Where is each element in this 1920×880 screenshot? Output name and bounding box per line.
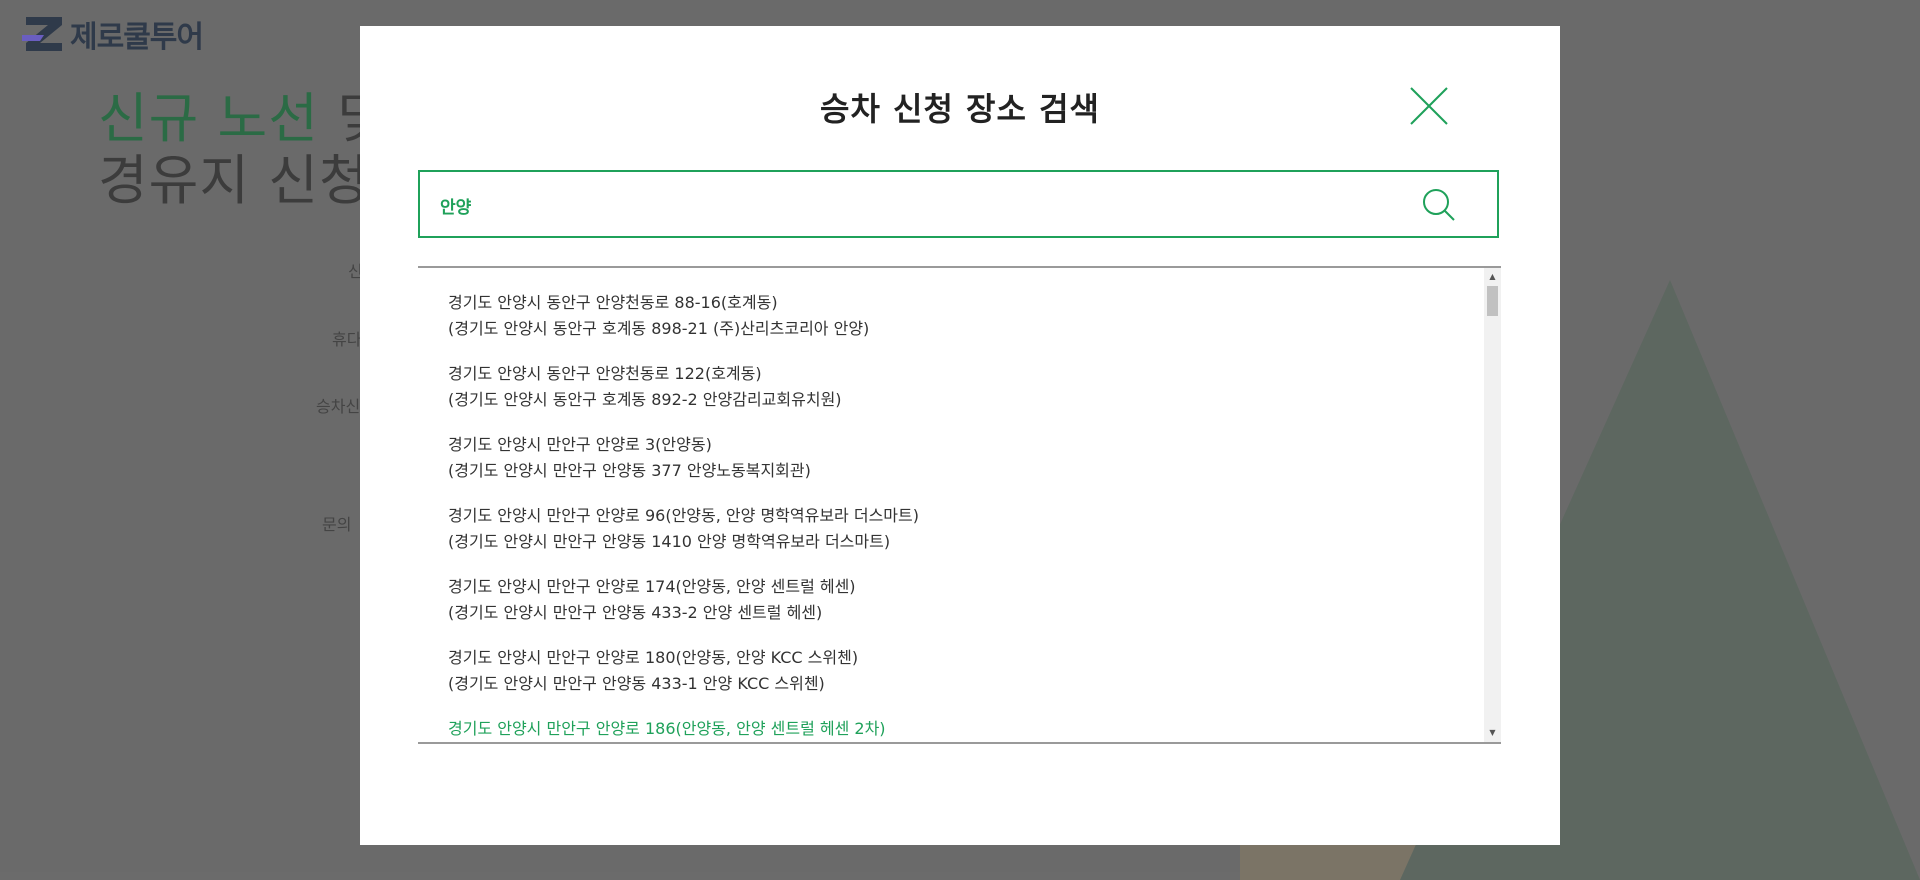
result-item[interactable]: 경기도 안양시 만안구 안양로 186(안양동, 안양 센트럴 헤센 2차) (448, 716, 1458, 742)
result-lot-address: (경기도 안양시 만안구 안양동 433-2 안양 센트럴 헤센) (448, 603, 823, 622)
close-icon[interactable] (1410, 87, 1448, 125)
result-road-address: 경기도 안양시 동안구 안양천동로 88-16(호계동) (448, 293, 778, 312)
bg-form-label: 휴다 (332, 330, 362, 349)
bg-form-label: 문의 (322, 515, 352, 534)
search-input[interactable] (438, 172, 1342, 238)
result-item[interactable]: 경기도 안양시 만안구 안양로 96(안양동, 안양 명학역유보라 더스마트) (… (448, 503, 1458, 574)
result-road-address: 경기도 안양시 만안구 안양로 3(안양동) (448, 435, 712, 454)
result-road-address: 경기도 안양시 만안구 안양로 174(안양동, 안양 센트럴 헤센) (448, 577, 856, 596)
result-road-address: 경기도 안양시 만안구 안양로 186(안양동, 안양 센트럴 헤센 2차) (448, 719, 886, 738)
hero-title-line2: 경유지 신청 (98, 149, 370, 212)
result-lot-address: (경기도 안양시 동안구 호계동 892-2 안양감리교회유치원) (448, 390, 842, 409)
boarding-location-search-modal: 승차 신청 장소 검색 경기도 안양시 동안구 안양천동로 88-16(호계동)… (360, 26, 1560, 845)
result-item[interactable]: 경기도 안양시 만안구 안양로 3(안양동) (경기도 안양시 만안구 안양동 3… (448, 432, 1458, 503)
scroll-up-arrow-icon[interactable]: ▲ (1484, 270, 1501, 284)
results-scrollbar[interactable]: ▲ ▼ (1484, 268, 1501, 742)
result-road-address: 경기도 안양시 동안구 안양천동로 122(호계동) (448, 364, 762, 383)
result-item[interactable]: 경기도 안양시 동안구 안양천동로 122(호계동) (경기도 안양시 동안구 호… (448, 361, 1458, 432)
search-results-list: 경기도 안양시 동안구 안양천동로 88-16(호계동) (경기도 안양시 동안구… (418, 266, 1501, 744)
result-road-address: 경기도 안양시 만안구 안양로 96(안양동, 안양 명학역유보라 더스마트) (448, 506, 919, 525)
logo-mark-icon (22, 17, 62, 51)
scroll-thumb[interactable] (1487, 286, 1498, 316)
result-road-address: 경기도 안양시 만안구 안양로 180(안양동, 안양 KCC 스위첸) (448, 648, 859, 667)
close-button[interactable] (1410, 87, 1448, 125)
result-lot-address: (경기도 안양시 만안구 안양동 377 안양노동복지회관) (448, 461, 811, 480)
scroll-down-arrow-icon[interactable]: ▼ (1484, 726, 1501, 740)
result-lot-address: (경기도 안양시 만안구 안양동 1410 안양 명학역유보라 더스마트) (448, 532, 891, 551)
modal-title: 승차 신청 장소 검색 (820, 90, 1100, 128)
site-logo[interactable]: 제로쿨투어 (22, 12, 204, 56)
result-lot-address: (경기도 안양시 동안구 호계동 898-21 (주)산리츠코리아 안양) (448, 319, 870, 338)
bg-form-label: 승차신 (316, 397, 361, 416)
logo-text: 제로쿨투어 (70, 20, 204, 55)
result-item[interactable]: 경기도 안양시 만안구 안양로 174(안양동, 안양 센트럴 헤센) (경기도 … (448, 574, 1458, 645)
result-item[interactable]: 경기도 안양시 동안구 안양천동로 88-16(호계동) (경기도 안양시 동안구… (448, 290, 1458, 361)
search-box (418, 170, 1499, 238)
result-lot-address: (경기도 안양시 만안구 안양동 433-1 안양 KCC 스위첸) (448, 674, 825, 693)
hero-title-accent: 신규 노선 (98, 87, 319, 150)
search-icon[interactable] (1422, 188, 1456, 222)
hero-title: 신규 노선 및 경유지 신청 (98, 88, 388, 212)
result-item[interactable]: 경기도 안양시 만안구 안양로 180(안양동, 안양 KCC 스위첸) (경기도… (448, 645, 1458, 716)
result-list-container: 경기도 안양시 동안구 안양천동로 88-16(호계동) (경기도 안양시 동안구… (448, 290, 1458, 742)
